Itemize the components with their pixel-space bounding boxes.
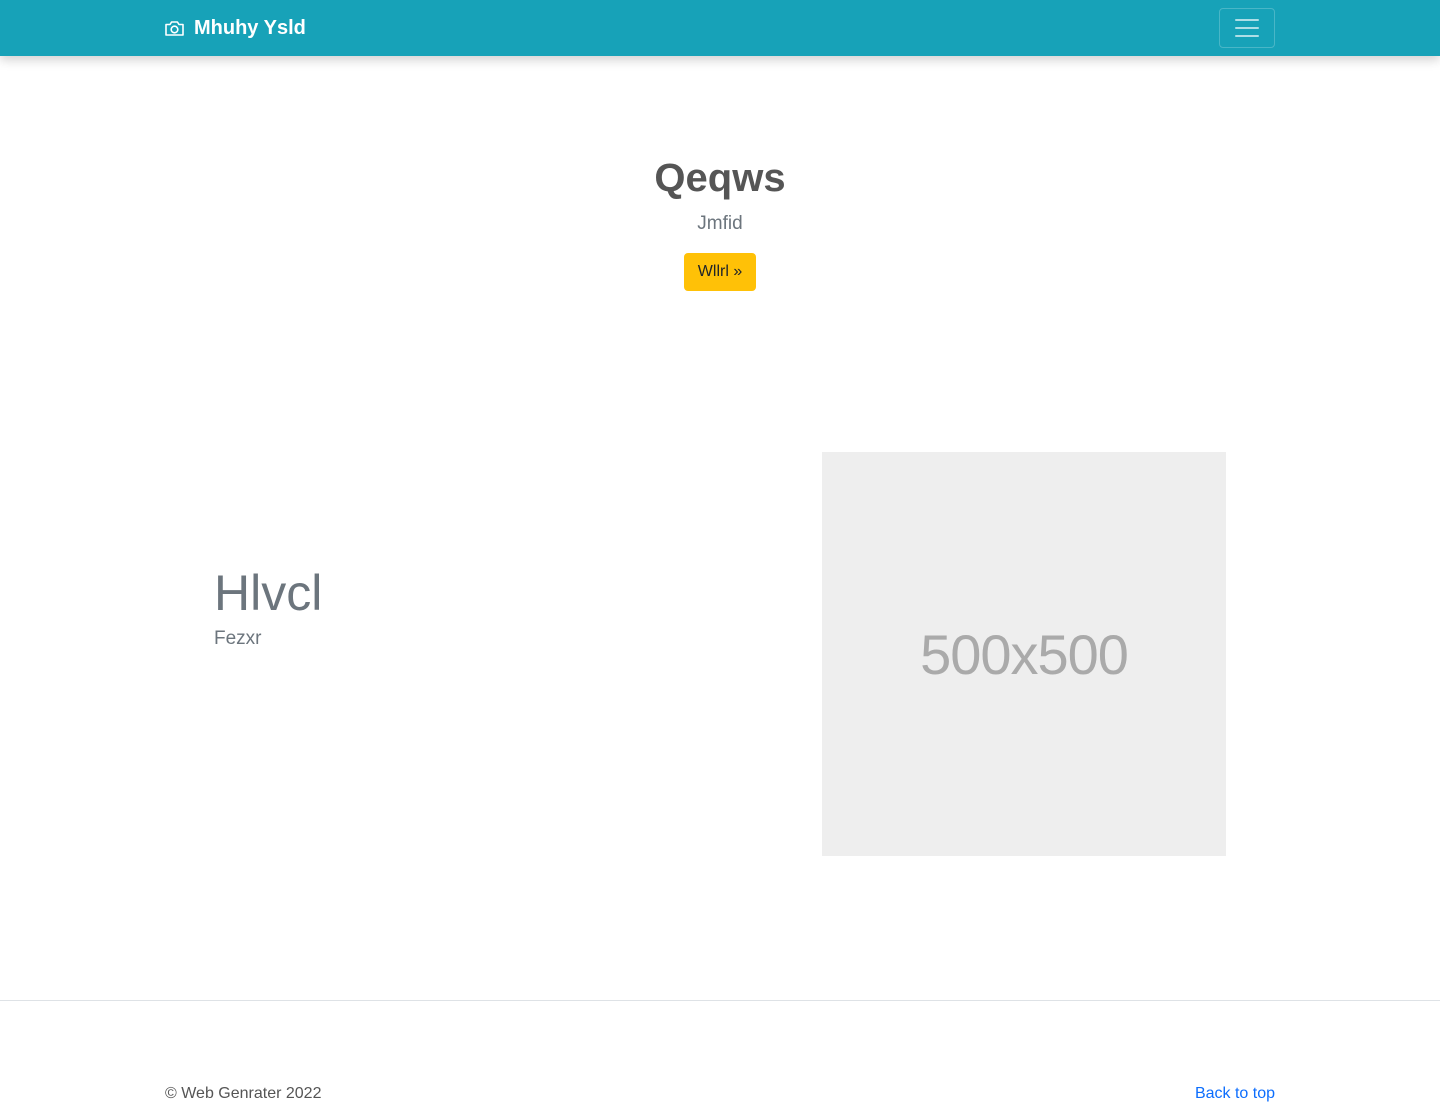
brand-link[interactable]: Mhuhy Ysld <box>164 0 306 56</box>
brand-name: Mhuhy Ysld <box>194 16 306 39</box>
top-navbar: Mhuhy Ysld <box>0 0 1440 56</box>
hamburger-menu-icon <box>1235 27 1259 29</box>
feature-image-placeholder: 500x500 <box>822 452 1226 856</box>
navbar-toggler-button[interactable] <box>1219 8 1275 48</box>
feature-title: Hlvcl <box>214 565 323 621</box>
copyright-text: © Web Genrater 2022 <box>165 1085 322 1102</box>
footer-divider <box>0 1000 1440 1001</box>
hero-title: Qeqws <box>654 156 786 200</box>
feature-text: Fezxr <box>214 628 262 649</box>
hamburger-menu-icon <box>1235 35 1259 37</box>
hamburger-menu-icon <box>1235 19 1259 21</box>
hero-subtitle: Jmfid <box>697 213 743 234</box>
hero-section: Qeqws Jmfid Wllrl » <box>0 150 1440 291</box>
hero-cta-button[interactable]: Wllrl » <box>683 253 757 291</box>
back-to-top-link[interactable]: Back to top <box>1195 1083 1275 1105</box>
camera-icon <box>164 19 185 37</box>
image-placeholder-label: 500x500 <box>920 622 1129 686</box>
